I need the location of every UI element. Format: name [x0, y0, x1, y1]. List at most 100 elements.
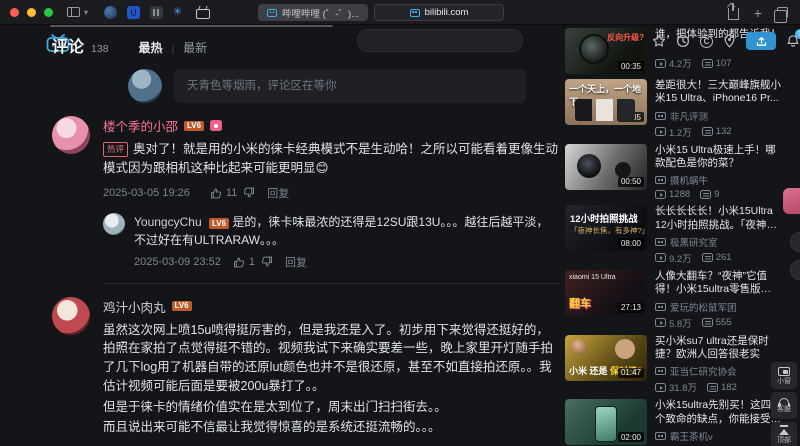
video-duration: 03:35 — [617, 112, 644, 122]
uploader-name[interactable]: 亚当仁研究协会 — [670, 364, 737, 378]
chevron-down-icon[interactable]: ▾ — [84, 8, 88, 17]
minimize-window-button[interactable] — [27, 7, 36, 17]
mini-player-button[interactable]: 小窗 — [771, 362, 797, 389]
play-count-icon — [655, 190, 666, 200]
comment-date: 2025-03-05 19:26 — [103, 186, 190, 199]
comment-input[interactable] — [174, 69, 526, 103]
tab-strip: 哔哩哔哩 (゜-゜)... bilibili.com — [258, 4, 505, 21]
video-card[interactable]: 02:00 小米15ultra先别买！这四个致命的缺点，你能接受的... 霸王茶… — [565, 399, 781, 446]
video-thumbnail[interactable]: 小米 还是 保时捷? 01:47 — [565, 334, 647, 381]
tab-overview-icon[interactable] — [774, 7, 788, 23]
video-title[interactable]: 长长长长长！小米15Ultra 12小时拍照挑战。「夜神长... — [655, 205, 781, 232]
video-duration: 02:00 — [617, 432, 644, 443]
site-header-actions: C 1 — [652, 29, 800, 50]
reply-username[interactable]: YoungcyChu — [134, 215, 202, 229]
dislike-button[interactable] — [243, 187, 255, 199]
danmaku-icon — [701, 318, 713, 328]
uploader-name[interactable]: 极黑研究室 — [670, 235, 718, 249]
play-count-icon — [655, 58, 666, 68]
like-button[interactable]: 1 — [233, 256, 255, 268]
extension-icon-3[interactable] — [150, 5, 164, 19]
notifications-bell[interactable]: 1 — [786, 29, 800, 48]
picture-in-picture-icon — [778, 366, 790, 376]
customer-support-button[interactable]: 客服 — [771, 392, 797, 419]
close-window-button[interactable] — [10, 7, 19, 17]
video-thumbnail[interactable]: 一个天上，一个地下 03:35 — [565, 79, 647, 125]
video-thumbnail[interactable]: 反向升级? 00:35 — [565, 28, 647, 74]
favorites-star-icon[interactable] — [652, 34, 666, 48]
extension-icon-2[interactable] — [127, 5, 141, 19]
zoom-window-button[interactable] — [44, 7, 53, 17]
view-count: 1.2万 — [669, 127, 692, 139]
floating-widget-button[interactable] — [790, 232, 800, 252]
activity-pendant[interactable] — [783, 188, 800, 214]
video-card[interactable]: 00:50 小米15 Ultra极速上手！哪款配色是你的菜？ 摄机蜗牛 1288… — [565, 143, 781, 200]
sort-separator: | — [171, 44, 175, 55]
danmaku-count: 132 — [715, 126, 732, 138]
video-title[interactable]: 买小米su7 ultra还是保时捷？欧洲人回答很老实 — [655, 335, 781, 362]
like-button[interactable]: 11 — [210, 187, 237, 199]
extension-icon-1[interactable] — [104, 5, 118, 19]
video-thumbnail[interactable]: 00:50 — [565, 143, 647, 190]
uploader-name[interactable]: 非凡评测 — [670, 109, 708, 123]
view-count: 31.8万 — [669, 383, 697, 395]
video-title[interactable]: 小米15 Ultra极速上手！哪款配色是你的菜？ — [655, 144, 781, 171]
notification-badge: 1 — [795, 29, 800, 39]
thumbs-up-icon — [210, 188, 221, 198]
danmaku-count: 107 — [715, 57, 732, 69]
video-duration: 27:13 — [617, 302, 644, 313]
comment-username[interactable]: 楼个季的小邵 — [103, 116, 178, 135]
video-duration: 00:50 — [617, 176, 644, 187]
video-thumbnail[interactable]: xiaomi 15 Ultra 翻车 27:13 — [565, 269, 647, 316]
danmaku-icon — [707, 382, 718, 392]
video-card[interactable]: 12小时拍照挑战 「夜神长焦，有多神?」 08:00 长长长长长！小米15Ult… — [565, 205, 781, 265]
floating-action-rail: 小窗 客服 顶部 — [771, 362, 797, 446]
thumbnail-text: 翻车 — [569, 297, 591, 310]
tab-bilibili-active[interactable]: bilibili.com — [374, 4, 505, 21]
video-title[interactable]: 差距很大！三大巅峰旗舰小米15 Ultra、iPhone16 Pr... — [655, 79, 781, 106]
bilibili-extension-icon[interactable] — [196, 6, 211, 19]
video-card[interactable]: xiaomi 15 Ultra 翻车 27:13 人像大翻车？“夜神”它值得！小… — [565, 269, 781, 330]
tab-bilibili-home[interactable]: 哔哩哔哩 (゜-゜)... — [258, 4, 369, 21]
avatar[interactable] — [103, 212, 125, 235]
reply-button[interactable]: 回复 — [267, 185, 289, 201]
uploader-name[interactable]: 摄机蜗牛 — [670, 173, 708, 187]
thumbnail-text: 12小时拍照挑战 — [570, 214, 638, 226]
video-thumbnail[interactable]: 12小时拍照挑战 「夜神长焦，有多神?」 08:00 — [565, 205, 647, 252]
floating-widget-button[interactable] — [790, 260, 800, 280]
comment-username[interactable]: 鸡汁小肉丸 — [103, 297, 166, 316]
reply-button[interactable]: 回复 — [285, 254, 307, 270]
comments-count: 138 — [91, 43, 109, 55]
sort-new-tab[interactable]: 最新 — [183, 39, 207, 56]
creator-center-icon[interactable]: C — [700, 34, 713, 48]
video-card[interactable]: 一个天上，一个地下 03:35 差距很大！三大巅峰旗舰小米15 Ultra、iP… — [565, 79, 781, 139]
location-pin-icon[interactable] — [723, 34, 736, 48]
bilibili-favicon — [409, 8, 420, 17]
extension-icon-4[interactable] — [173, 5, 186, 19]
sidebar-toggle-icon[interactable] — [67, 7, 80, 17]
sort-hot-tab[interactable]: 最热 — [139, 39, 163, 56]
view-count: 4.2万 — [669, 59, 692, 71]
uploader-name[interactable]: 爱玩的松鼠军团 — [670, 300, 737, 314]
history-clock-icon[interactable] — [676, 34, 690, 48]
view-count: 5.8万 — [669, 318, 692, 330]
uploader-name[interactable]: 霸王茶机v — [670, 429, 713, 443]
comments-header: 评论 138 最热 | 最新 — [52, 33, 560, 57]
avatar[interactable] — [52, 296, 90, 335]
dislike-button[interactable] — [261, 256, 273, 268]
new-tab-button[interactable]: + — [754, 6, 762, 20]
hot-comment-badge: 热评 — [103, 142, 129, 157]
thumbs-down-icon — [261, 256, 272, 266]
share-icon[interactable] — [727, 2, 739, 20]
play-count-icon — [655, 318, 666, 328]
avatar[interactable] — [128, 69, 162, 103]
video-title[interactable]: 人像大翻车？“夜神”它值得！小米15ultra零售版首提... — [655, 270, 781, 297]
video-thumbnail[interactable]: 02:00 — [565, 399, 647, 446]
video-card[interactable]: 小米 还是 保时捷? 01:47 买小米su7 ultra还是保时捷？欧洲人回答… — [565, 334, 781, 395]
upload-button[interactable] — [746, 32, 776, 50]
comment-compose-row — [52, 69, 560, 103]
back-to-top-button[interactable]: 顶部 — [771, 422, 797, 446]
avatar[interactable] — [52, 116, 90, 154]
user-level-badge: LV6 — [184, 120, 205, 131]
video-title[interactable]: 小米15ultra先别买！这四个致命的缺点，你能接受的... — [655, 399, 781, 426]
